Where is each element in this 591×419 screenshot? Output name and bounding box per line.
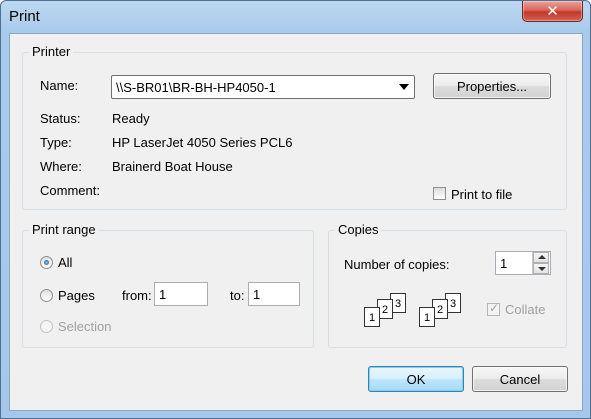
properties-button[interactable]: Properties...	[433, 73, 551, 99]
copies-legend: Copies	[335, 222, 382, 237]
collate-checkbox[interactable]: ✓	[487, 301, 500, 316]
window-title: Print	[9, 8, 40, 25]
collate-label[interactable]: Collate	[505, 302, 545, 317]
properties-button-label: Properties...	[456, 78, 528, 94]
all-radio[interactable]	[40, 256, 53, 269]
from-label: from:	[122, 288, 152, 303]
to-field[interactable]	[248, 282, 300, 306]
close-button[interactable]: ✕	[522, 1, 583, 22]
print-range-legend: Print range	[29, 222, 99, 237]
title-bar[interactable]: Print ✕	[1, 1, 590, 33]
cancel-button[interactable]: Cancel	[472, 366, 568, 392]
to-label: to:	[230, 288, 245, 303]
number-of-copies-field[interactable]	[495, 251, 551, 275]
chevron-down-icon	[399, 84, 409, 90]
pages-radio[interactable]	[40, 289, 53, 302]
collate-page-1: 1	[364, 307, 380, 327]
status-value: Ready	[112, 111, 150, 126]
printer-group-legend: Printer	[29, 44, 74, 59]
where-value: Brainerd Boat House	[112, 159, 233, 174]
print-range-group: Print range All Pages from: to: Selectio…	[22, 222, 314, 348]
pages-radio-label[interactable]: Pages	[58, 288, 95, 303]
all-radio-label[interactable]: All	[58, 255, 72, 270]
spin-up-icon[interactable]	[533, 252, 549, 263]
selection-radio-label[interactable]: Selection	[58, 319, 111, 334]
type-value: HP LaserJet 4050 Series PCL6	[112, 135, 293, 150]
spin-down-icon[interactable]	[533, 263, 549, 274]
where-label: Where:	[40, 159, 82, 174]
checkmark-icon: ✓	[489, 301, 500, 315]
from-field[interactable]	[154, 282, 208, 306]
printer-name-value: \\S-BR01\BR-BH-HP4050-1	[116, 80, 276, 95]
copies-spinner[interactable]	[532, 252, 549, 274]
from-input[interactable]	[155, 283, 207, 305]
close-icon: ✕	[546, 3, 559, 20]
print-to-file-label[interactable]: Print to file	[451, 187, 512, 202]
print-to-file-checkbox[interactable]	[433, 187, 446, 200]
print-dialog-window: Print ✕ Printer Name: \\S-BR01\BR-BH-HP4…	[0, 0, 591, 419]
status-label: Status:	[40, 111, 81, 126]
printer-name-label: Name:	[40, 78, 79, 93]
comment-label: Comment:	[40, 183, 100, 198]
printer-group: Printer Name: \\S-BR01\BR-BH-HP4050-1 Pr…	[22, 44, 567, 210]
dialog-client-area: Printer Name: \\S-BR01\BR-BH-HP4050-1 Pr…	[9, 33, 583, 411]
ok-button-label: OK	[406, 371, 426, 387]
to-input[interactable]	[249, 283, 299, 305]
printer-name-select[interactable]: \\S-BR01\BR-BH-HP4050-1	[111, 75, 415, 99]
collate-page-1: 1	[419, 307, 435, 327]
collate-illustration-2: 3 2 1	[417, 293, 463, 333]
ok-button[interactable]: OK	[368, 366, 464, 392]
type-label: Type:	[40, 135, 72, 150]
cancel-button-label: Cancel	[499, 371, 541, 387]
collate-illustration-1: 3 2 1	[362, 293, 408, 333]
number-of-copies-input[interactable]	[496, 252, 532, 274]
number-of-copies-label: Number of copies:	[344, 257, 450, 272]
selection-radio[interactable]	[40, 320, 53, 333]
copies-group: Copies Number of copies: 3 2 1 3 2 1	[328, 222, 567, 348]
